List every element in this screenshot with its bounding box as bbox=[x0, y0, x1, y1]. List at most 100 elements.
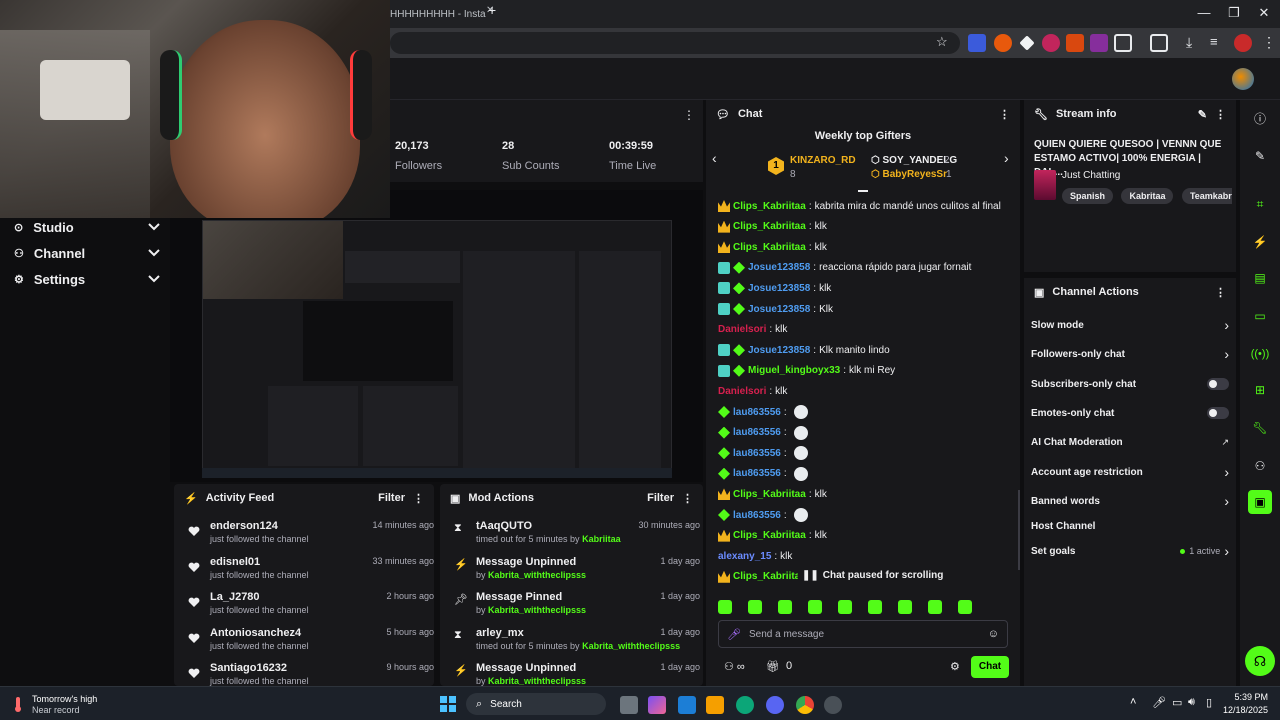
chat-message[interactable]: lau863556: bbox=[718, 443, 1014, 463]
emote-icon[interactable] bbox=[898, 600, 912, 614]
chat-menu-icon[interactable]: ⋮ bbox=[999, 108, 1010, 121]
chat-username[interactable]: Clips_Kabriitaa bbox=[733, 221, 806, 232]
chat-username[interactable]: Clips_Kabriitaa bbox=[733, 242, 806, 253]
pencil-icon[interactable]: ✎ bbox=[1248, 144, 1272, 168]
microphone-icon[interactable]: 🎤︎ bbox=[727, 628, 741, 641]
category-thumbnail[interactable] bbox=[1034, 170, 1056, 200]
emote-icon[interactable] bbox=[778, 600, 792, 614]
chat-message[interactable]: Josue123858: Klk bbox=[718, 299, 1014, 319]
activity-item[interactable]: enderson124 just followed the channel 14… bbox=[184, 520, 434, 552]
mod-action-item[interactable]: 📌︎ Message Pinned by Kabrita_withtheclip… bbox=[450, 591, 700, 623]
stats-menu-icon[interactable]: ⋮ bbox=[683, 108, 695, 122]
taskbar-search[interactable]: ⌕ Search bbox=[466, 693, 606, 715]
mod-action-item[interactable]: ⧗ tAaqQUTO timed out for 5 minutes by Ka… bbox=[450, 520, 700, 552]
edge-browser-icon[interactable] bbox=[736, 696, 754, 714]
user-avatar[interactable] bbox=[1232, 68, 1254, 90]
chat-message[interactable]: Josue123858: Klk manito lindo bbox=[718, 340, 1014, 360]
host-channel-action[interactable]: Host Channel bbox=[1031, 516, 1229, 536]
gifter-name[interactable]: KINZARO_RD bbox=[790, 155, 856, 166]
chat-message[interactable]: Miguel_kingboyx33: klk mi Rey bbox=[718, 361, 1014, 381]
capture-icon[interactable]: ⌗ bbox=[1248, 192, 1272, 216]
chat-username[interactable]: Clips_Kabriitaa bbox=[733, 201, 806, 212]
gifter-name[interactable]: ⬡ BabyReyesSr bbox=[871, 169, 947, 180]
chat-username[interactable]: lau863556 bbox=[733, 468, 781, 479]
task-view-icon[interactable] bbox=[620, 696, 638, 714]
emote-icon[interactable] bbox=[928, 600, 942, 614]
activity-menu-icon[interactable]: ⋮ bbox=[413, 492, 424, 505]
download-icon[interactable]: ⤓ bbox=[1186, 34, 1192, 51]
chat-settings-icon[interactable]: ⚙ bbox=[950, 660, 960, 673]
followers-only-action[interactable]: Followers-only chat › bbox=[1031, 344, 1229, 364]
chat-username[interactable]: lau863556 bbox=[733, 448, 781, 459]
emotes-only-action[interactable]: Emotes-only chat bbox=[1031, 403, 1229, 423]
stream-tag[interactable]: Teamkabra bbox=[1181, 188, 1232, 204]
windows-start-icon[interactable] bbox=[440, 696, 456, 712]
chat-message[interactable]: Clips_Kabriitaa: kabrita mira dc mandé un… bbox=[718, 196, 1014, 216]
broadcast-icon[interactable]: ((•)) bbox=[1248, 342, 1272, 366]
chat-username[interactable]: lau863556 bbox=[733, 510, 781, 521]
chat-message[interactable]: Danielsori: klk bbox=[718, 320, 1014, 340]
mod-menu-icon[interactable]: ⋮ bbox=[682, 492, 693, 505]
chat-message[interactable]: Clips_Kabriitaa: klk bbox=[718, 526, 1014, 546]
stream-preview[interactable] bbox=[170, 190, 703, 482]
mod-action-item[interactable]: ⧗ arley_mx timed out for 5 minutes by Ka… bbox=[450, 627, 700, 659]
emotes-only-toggle[interactable] bbox=[1207, 407, 1229, 419]
nav-item-studio[interactable]: ⊙ Studio bbox=[14, 216, 160, 238]
slow-mode-action[interactable]: Slow mode › bbox=[1031, 315, 1229, 335]
chat-username[interactable]: Josue123858 bbox=[748, 304, 810, 315]
mod-action-item[interactable]: ⚡ Message Unpinned by Kabrita_withthecli… bbox=[450, 662, 700, 686]
layout-icon[interactable]: ⊞ bbox=[1248, 378, 1272, 402]
chat-username[interactable]: Josue123858 bbox=[748, 262, 810, 273]
extension-icon[interactable] bbox=[1066, 34, 1084, 52]
gifters-next-icon[interactable]: › bbox=[1004, 150, 1009, 166]
gifters-prev-icon[interactable]: ‹ bbox=[712, 150, 717, 166]
minimize-button[interactable]: — bbox=[1194, 5, 1214, 20]
subscribers-only-toggle[interactable] bbox=[1207, 378, 1229, 390]
clock-time[interactable]: 5:39 PM bbox=[1228, 692, 1268, 702]
extensions-puzzle-icon[interactable] bbox=[1114, 34, 1132, 52]
channel-actions-menu-icon[interactable]: ⋮ bbox=[1215, 286, 1226, 299]
extension-icon[interactable] bbox=[1090, 34, 1108, 52]
edit-pencil-icon[interactable]: ✎ bbox=[1198, 108, 1207, 121]
chat-username[interactable]: lau863556 bbox=[733, 407, 781, 418]
account-age-action[interactable]: Account age restriction › bbox=[1031, 462, 1229, 482]
gift-counter[interactable]: 🎁︎ 0 bbox=[766, 660, 792, 673]
nav-item-channel[interactable]: ⚇ Channel bbox=[14, 242, 160, 264]
address-bar[interactable] bbox=[390, 32, 960, 54]
obs-icon[interactable] bbox=[824, 696, 842, 714]
activity-item[interactable]: edisnel01 just followed the channel 33 m… bbox=[184, 556, 434, 588]
chat-message[interactable]: alexany_15: klk bbox=[718, 546, 1014, 566]
chrome-icon[interactable] bbox=[796, 696, 814, 714]
chat-username[interactable]: Josue123858 bbox=[748, 345, 810, 356]
brand-logo-icon[interactable]: ▣ bbox=[1248, 490, 1272, 514]
chat-message[interactable]: Clips_Kabriitaa: klk bbox=[718, 217, 1014, 237]
file-explorer-icon[interactable] bbox=[706, 696, 724, 714]
extension-icon[interactable] bbox=[968, 34, 986, 52]
set-goals-action[interactable]: Set goals 1 active › bbox=[1031, 541, 1229, 561]
chat-icon[interactable]: ▭ bbox=[1248, 304, 1272, 328]
send-chat-button[interactable]: Chat bbox=[971, 656, 1009, 678]
browser-menu-icon[interactable]: ⋮ bbox=[1262, 34, 1276, 51]
maximize-button[interactable]: ❐ bbox=[1224, 5, 1244, 21]
emote-icon[interactable] bbox=[808, 600, 822, 614]
chat-paused-indicator[interactable]: ❚❚ Chat paused for scrolling bbox=[798, 566, 948, 584]
chat-message[interactable]: lau863556: bbox=[718, 423, 1014, 443]
subscribers-only-action[interactable]: Subscribers-only chat bbox=[1031, 374, 1229, 394]
stream-tag[interactable]: Kabritaa bbox=[1121, 188, 1174, 204]
emote-icon[interactable] bbox=[868, 600, 882, 614]
banned-words-action[interactable]: Banned words › bbox=[1031, 491, 1229, 511]
community-icon[interactable]: ⚇ bbox=[1248, 454, 1272, 478]
chat-username[interactable]: alexany_15 bbox=[718, 551, 771, 562]
new-tab-button[interactable]: + bbox=[488, 2, 496, 18]
microphone-tray-icon[interactable]: 🎤︎ bbox=[1152, 696, 1166, 709]
discord-icon[interactable] bbox=[766, 696, 784, 714]
media-icon[interactable]: ≡ bbox=[1210, 34, 1218, 49]
battery-icon[interactable]: ▯ bbox=[1206, 696, 1212, 709]
chat-message[interactable]: Clips_Kabriitaa: klk bbox=[718, 484, 1014, 504]
volume-icon[interactable]: 🔊︎ bbox=[1188, 696, 1195, 709]
chat-username[interactable]: lau863556 bbox=[733, 427, 781, 438]
emote-icon[interactable] bbox=[958, 600, 972, 614]
emoji-icon[interactable]: ☺ bbox=[988, 628, 999, 640]
clock-date[interactable]: 12/18/2025 bbox=[1222, 705, 1268, 715]
extension-icon[interactable] bbox=[994, 34, 1012, 52]
